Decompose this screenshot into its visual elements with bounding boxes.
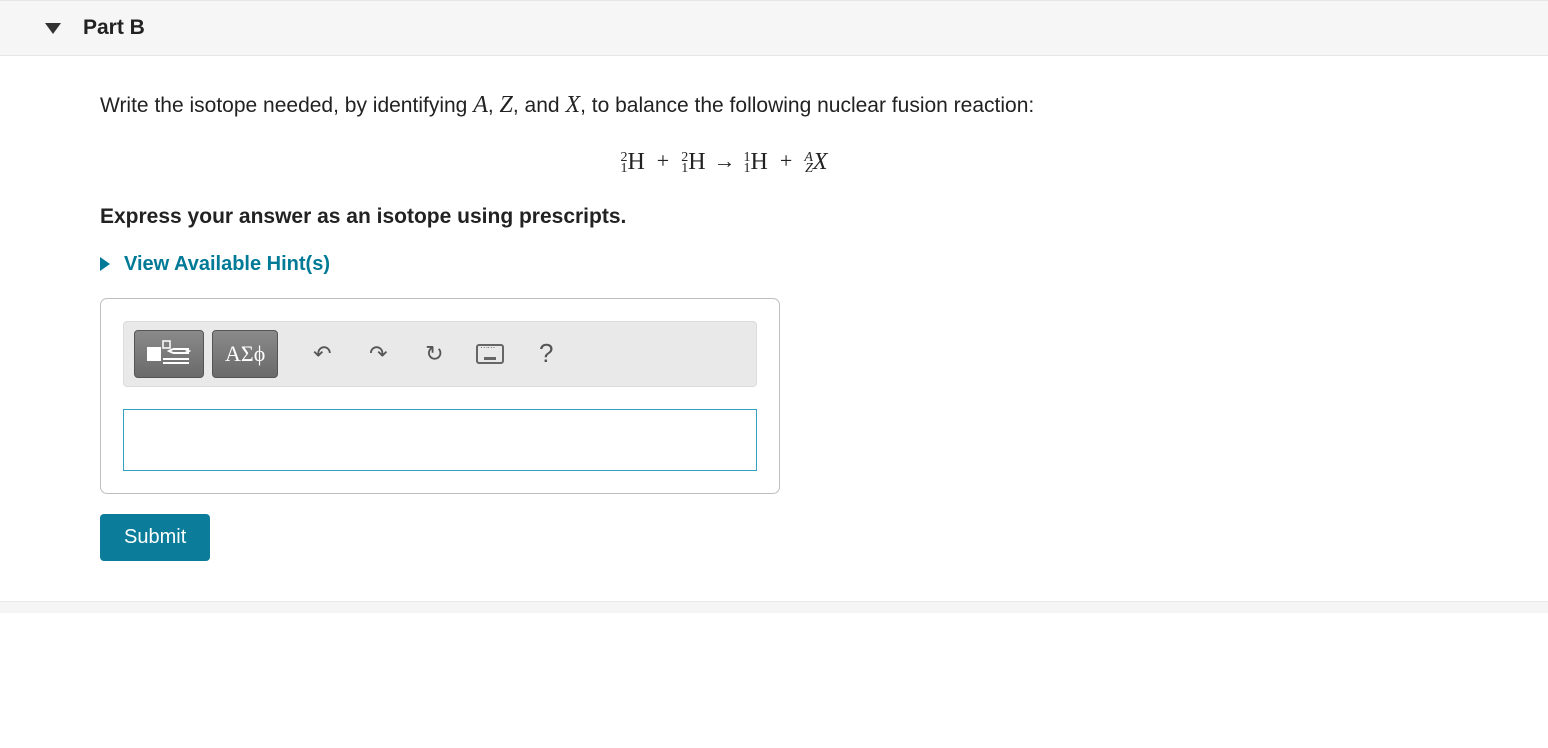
- equation: 21H + 21H → 11H + AZX: [100, 147, 1448, 175]
- part-content: Write the isotope needed, by identifying…: [0, 56, 1448, 561]
- equation-term-1: 21H: [620, 148, 644, 175]
- footer-divider: [0, 601, 1548, 613]
- templates-icon: [145, 339, 193, 369]
- submit-button[interactable]: Submit: [100, 514, 210, 561]
- caret-right-icon: [100, 257, 110, 271]
- prompt-var-Z: Z: [500, 92, 513, 118]
- plus-icon: +: [657, 148, 669, 174]
- prompt-text-post: , to balance the following nuclear fusio…: [580, 94, 1034, 117]
- redo-button[interactable]: ↷: [354, 330, 402, 378]
- caret-down-icon: [45, 23, 61, 34]
- question-prompt: Write the isotope needed, by identifying…: [100, 92, 1448, 119]
- help-button[interactable]: ?: [522, 330, 570, 378]
- hints-label: View Available Hint(s): [124, 253, 330, 276]
- plus-icon: +: [780, 148, 792, 174]
- keyboard-icon: [476, 344, 504, 364]
- prompt-comma-1: ,: [488, 94, 500, 117]
- equation-term-2: 21H: [681, 148, 705, 175]
- undo-icon: ↶: [313, 341, 331, 367]
- undo-button[interactable]: ↶: [298, 330, 346, 378]
- prompt-var-A: A: [473, 92, 488, 118]
- view-hints-toggle[interactable]: View Available Hint(s): [100, 253, 1448, 276]
- part-header[interactable]: Part B: [0, 0, 1548, 56]
- equation-term-4: AZX: [804, 148, 827, 175]
- greek-symbols-label: ΑΣϕ: [225, 341, 265, 367]
- reset-button[interactable]: ↻: [410, 330, 458, 378]
- greek-symbols-button[interactable]: ΑΣϕ: [212, 330, 278, 378]
- reset-icon: ↻: [425, 341, 443, 367]
- prompt-text-pre: Write the isotope needed, by identifying: [100, 94, 473, 117]
- help-icon: ?: [539, 338, 553, 369]
- templates-button[interactable]: [134, 330, 204, 378]
- answer-box: ΑΣϕ ↶ ↷ ↻ ?: [100, 298, 780, 494]
- prompt-comma-2: , and: [513, 94, 566, 117]
- part-title: Part B: [83, 16, 145, 40]
- redo-icon: ↷: [369, 341, 387, 367]
- answer-input[interactable]: [123, 409, 757, 471]
- prompt-var-X: X: [565, 92, 580, 118]
- keyboard-button[interactable]: [466, 330, 514, 378]
- answer-instruction: Express your answer as an isotope using …: [100, 205, 1448, 229]
- arrow-right-icon: →: [714, 148, 736, 174]
- equation-term-3: 11H: [744, 148, 768, 175]
- equation-toolbar: ΑΣϕ ↶ ↷ ↻ ?: [123, 321, 757, 387]
